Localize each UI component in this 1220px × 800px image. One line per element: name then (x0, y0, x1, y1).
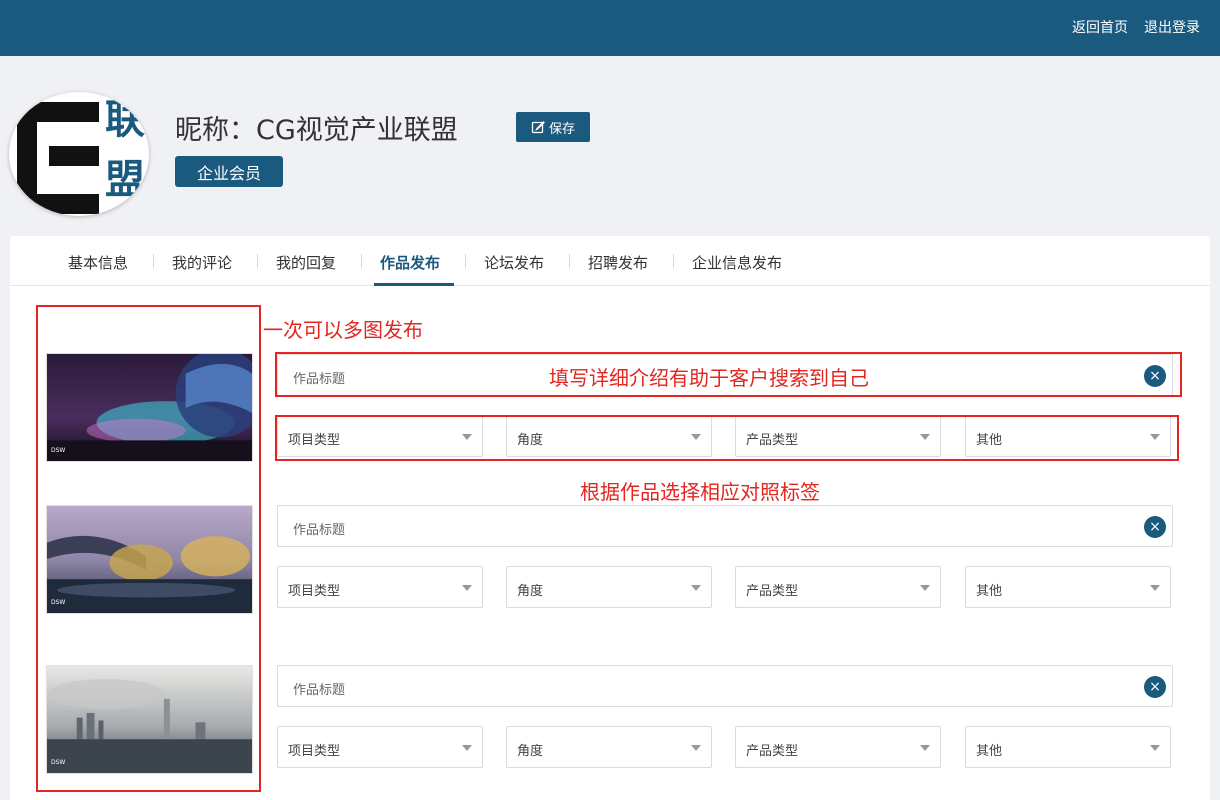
tab-recruit-publish[interactable]: 招聘发布 (588, 252, 648, 273)
tab-forum-publish[interactable]: 论坛发布 (484, 252, 544, 273)
annotation-box-tags (275, 415, 1179, 461)
caret-down-icon (1150, 745, 1160, 751)
other-select-3[interactable]: 其他 (965, 726, 1171, 768)
work-title-input-3[interactable]: 作品标题 × (277, 665, 1173, 707)
caret-down-icon (691, 585, 701, 591)
save-label: 保存 (548, 121, 575, 137)
caret-down-icon (691, 745, 701, 751)
angle-select-3[interactable]: 角度 (506, 726, 712, 768)
clear-icon[interactable]: × (1144, 516, 1166, 538)
save-button[interactable]: 保存 (516, 112, 590, 142)
work-title-input-2[interactable]: 作品标题 × (277, 505, 1173, 547)
project-type-select-2[interactable]: 项目类型 (277, 566, 483, 608)
annotation-tag-tip: 根据作品选择相应对照标签 (580, 480, 820, 504)
top-bar: 返回首页 退出登录 (0, 0, 1220, 56)
annotation-multi-image: 一次可以多图发布 (263, 318, 423, 342)
tab-basic-info[interactable]: 基本信息 (68, 252, 128, 273)
project-type-select-3[interactable]: 项目类型 (277, 726, 483, 768)
caret-down-icon (1150, 585, 1160, 591)
tab-bar: 基本信息 我的评论 我的回复 作品发布 论坛发布 招聘发布 企业信息发布 (10, 236, 1210, 286)
product-type-select-3[interactable]: 产品类型 (735, 726, 941, 768)
avatar-char-2: 盟 (105, 156, 145, 203)
annotation-box-thumbnails (36, 305, 261, 792)
angle-select-2[interactable]: 角度 (506, 566, 712, 608)
product-type-select-2[interactable]: 产品类型 (735, 566, 941, 608)
active-tab-indicator (374, 283, 454, 286)
avatar-char-1: 联 (105, 96, 145, 143)
home-link[interactable]: 返回首页 (1072, 17, 1128, 37)
caret-down-icon (462, 745, 472, 751)
tab-my-replies[interactable]: 我的回复 (276, 252, 336, 273)
clear-icon[interactable]: × (1144, 676, 1166, 698)
member-badge: 企业会员 (175, 156, 283, 187)
title-placeholder: 作品标题 (293, 523, 346, 538)
edit-icon (531, 121, 545, 134)
caret-down-icon (462, 585, 472, 591)
title-placeholder: 作品标题 (293, 683, 346, 698)
annotation-title-tip: 填写详细介绍有助于客户搜索到自己 (549, 366, 869, 390)
avatar[interactable]: 联 盟 (9, 92, 149, 216)
logout-link[interactable]: 退出登录 (1144, 17, 1200, 37)
tab-company-info-publish[interactable]: 企业信息发布 (692, 252, 782, 273)
tab-works-publish[interactable]: 作品发布 (380, 252, 440, 273)
other-select-2[interactable]: 其他 (965, 566, 1171, 608)
tab-my-comments[interactable]: 我的评论 (172, 252, 232, 273)
caret-down-icon (920, 585, 930, 591)
caret-down-icon (920, 745, 930, 751)
nickname: 昵称：CG视觉产业联盟 (175, 115, 458, 146)
